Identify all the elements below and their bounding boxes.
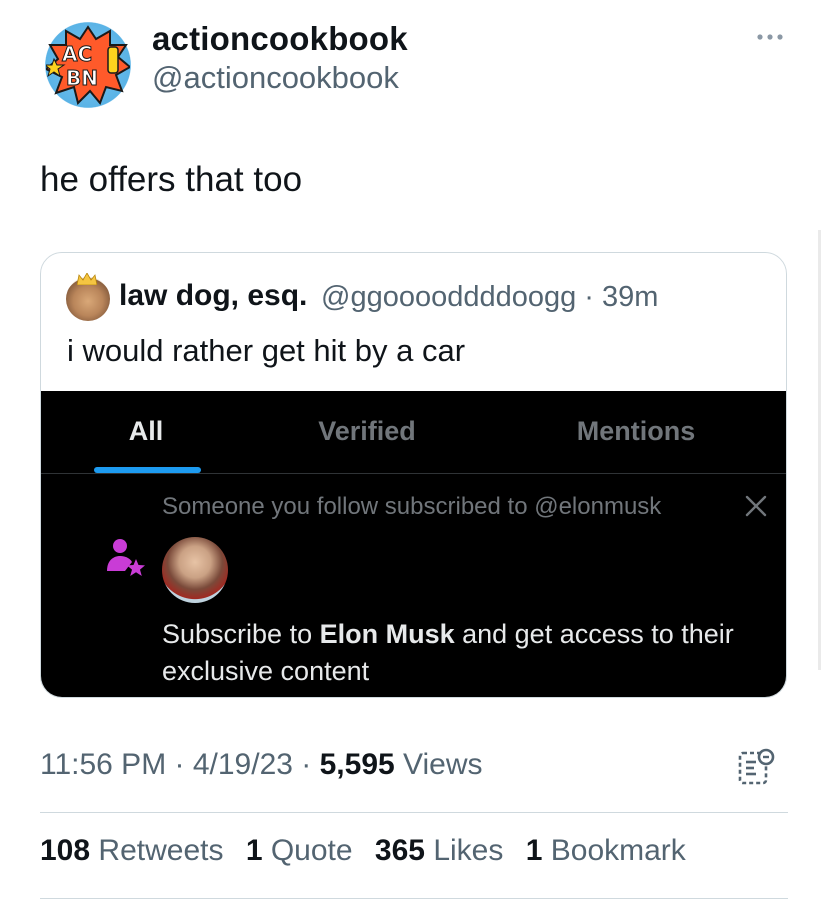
notification-body: Subscribe to Elon Musk and get access to… [162,616,772,690]
notification-body-name: Elon Musk [319,619,455,649]
analytics-icon[interactable] [737,747,775,787]
author-display-name[interactable]: actioncookbook [152,20,408,58]
author-avatar[interactable]: AC BN [38,15,138,115]
comic-burst-logo: AC BN [46,25,130,105]
views-count: 5,595 [319,748,395,781]
likes-stat[interactable]: 365 Likes [375,834,503,867]
quoted-screenshot-image: All Verified Mentions Someone you follow… [41,391,786,697]
quoted-author-handle-time[interactable]: @ggooooddddoogg · 39m [321,281,658,314]
subscribed-account-avatar [162,537,228,603]
tab-mentions: Mentions [576,416,696,446]
tweet-text: he offers that too [40,160,303,199]
divider [40,898,788,899]
engagement-stats: 108 Retweets 1 Quote 365 Likes 1 Bookmar… [40,834,686,868]
tab-divider [41,473,786,474]
avatar-text-1: AC [62,42,92,66]
divider [40,812,788,813]
close-icon [745,495,767,517]
crown-icon [77,273,97,285]
avatar-text-2: BN [66,66,98,90]
tab-all: All [128,416,164,446]
more-options-icon[interactable] [752,22,788,52]
bookmarks-stat[interactable]: 1 Bookmark [526,834,686,867]
quotes-label: Quote [270,834,353,867]
quotes-count: 1 [245,834,263,867]
notification-body-prefix: Subscribe to [162,619,320,649]
quoted-author-name[interactable]: law dog, esq. [119,279,307,313]
author-handle[interactable]: @actioncookbook [152,60,399,96]
likes-label: Likes [433,834,504,867]
bookmarks-count: 1 [525,834,543,867]
quoted-tweet-card[interactable]: law dog, esq. @ggooooddddoogg · 39m i wo… [40,252,787,698]
quotes-stat[interactable]: 1 Quote [246,834,353,867]
bookmarks-label: Bookmark [550,834,686,867]
views-label: Views [394,748,483,781]
quoted-tweet-text: i would rather get hit by a car [67,333,466,368]
scrollbar[interactable] [818,230,821,670]
notification-header: Someone you follow subscribed to @elonmu… [162,493,662,520]
retweets-label: Retweets [98,834,224,867]
likes-count: 365 [374,834,425,867]
retweets-stat[interactable]: 108 Retweets [40,834,223,867]
tweet-meta: 11:56 PM · 4/19/23 · 5,595 Views [40,748,483,782]
subscriber-star-icon [107,539,145,576]
retweets-count: 108 [40,834,91,867]
tab-verified: Verified [318,416,416,446]
tweet-timestamp[interactable]: 11:56 PM · 4/19/23 · [40,748,320,781]
